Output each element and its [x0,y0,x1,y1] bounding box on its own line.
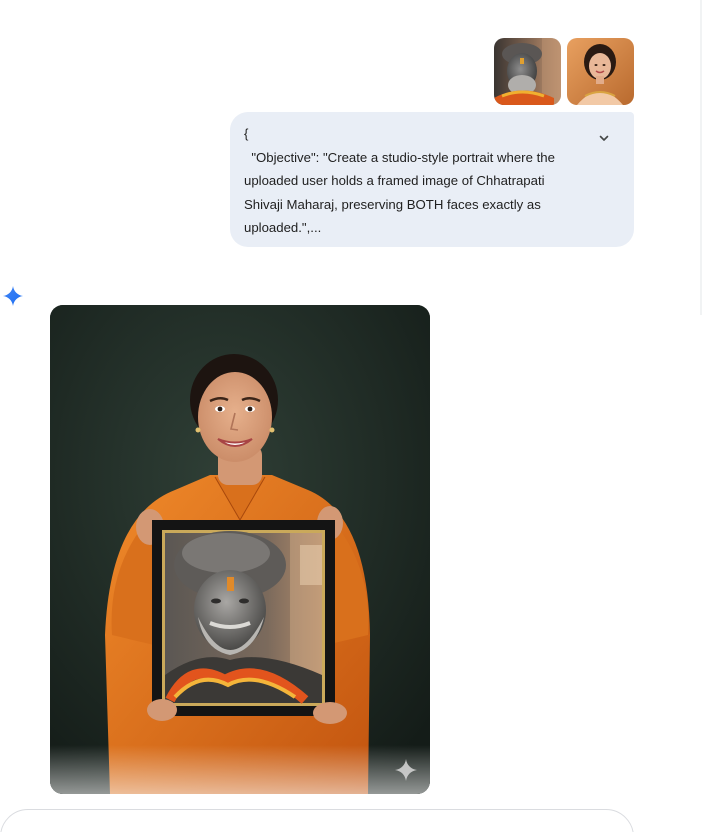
generated-image[interactable] [50,305,430,794]
chevron-down-icon[interactable] [594,128,614,148]
prompt-line: { [244,126,249,141]
user-prompt-bubble[interactable]: { "Objective": "Create a studio-style po… [230,112,634,247]
chat-page: { "Objective": "Create a studio-style po… [0,0,702,832]
prompt-line: uploaded user holds a framed image of Ch… [244,173,545,189]
woman-thumbnail-image [567,38,634,105]
prompt-line: uploaded.",... [244,220,322,236]
chat-input-box[interactable] [0,809,634,832]
gemini-spark-icon [2,285,24,307]
sparkle-icon [394,758,418,782]
statue-thumbnail-image [494,38,561,105]
attachment-thumbnail-statue[interactable] [494,38,561,105]
generated-portrait-image [50,305,430,794]
prompt-line: Shivaji Maharaj, preserving BOTH faces e… [244,196,541,212]
prompt-line: "Objective": "Create a studio-style port… [244,149,555,165]
attachment-thumbnail-woman[interactable] [567,38,634,105]
